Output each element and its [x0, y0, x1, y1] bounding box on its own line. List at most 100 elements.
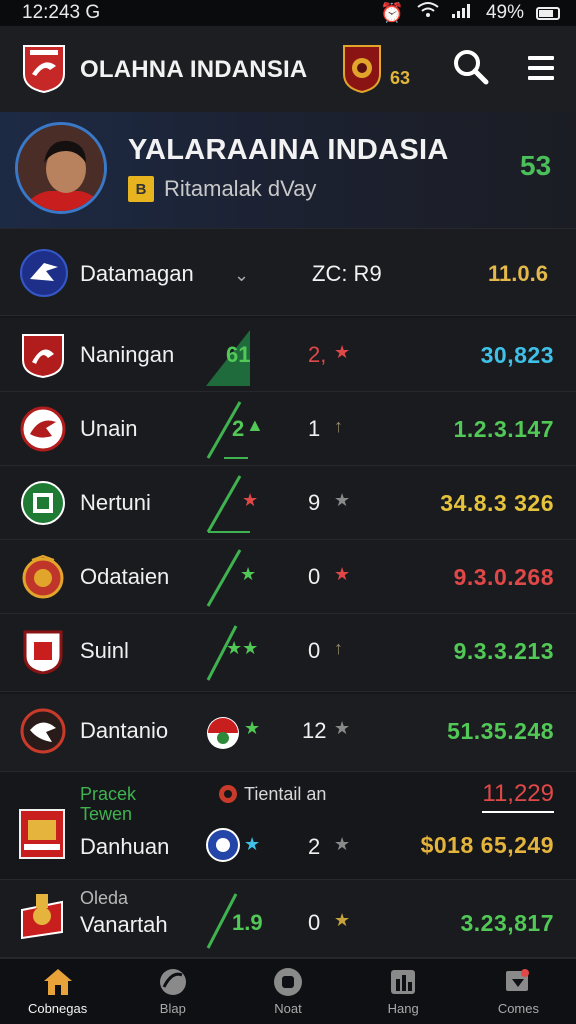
team-name: Vanartah — [80, 912, 168, 937]
team-name: Unain — [80, 416, 138, 441]
header-badge-number: 63 — [390, 68, 411, 88]
chevron-down-icon[interactable]: ⌄ — [234, 265, 249, 286]
star-icon: ★ — [244, 718, 261, 738]
club-logo-icon — [206, 716, 240, 755]
ball-icon — [157, 967, 189, 997]
star-icon: ★ — [244, 834, 261, 854]
team-crest-icon — [18, 892, 66, 947]
highlight-value: 11,229 — [482, 780, 554, 813]
stats-icon — [387, 967, 419, 997]
flag-icon — [502, 967, 534, 997]
stat-secondary: 9 — [308, 490, 321, 515]
team-filter-logo-icon — [20, 249, 68, 297]
club-logo-icon — [206, 828, 240, 867]
table-row[interactable]: Dantanio ★ 12 ★ 51.35.248 — [0, 694, 576, 772]
table-row[interactable]: Odataien ★ 0 ★ 9.3.0.268 — [0, 540, 576, 614]
table-row[interactable]: Pracek Tewen Tientail an 11,229 Danhuan … — [0, 772, 576, 880]
nav-comes[interactable]: Comes — [461, 959, 576, 1024]
menu-icon[interactable] — [526, 54, 556, 87]
signal-icon — [451, 2, 474, 24]
star-icon: ★ — [334, 910, 351, 930]
chat-icon — [272, 967, 304, 997]
team-name: Odataien — [80, 564, 170, 589]
stat-primary: 2 — [232, 416, 245, 441]
up-arrow-icon: ▲ — [246, 415, 264, 435]
league-badge-icon[interactable] — [342, 44, 382, 99]
team-name: Suinl — [80, 638, 129, 663]
row-value: 34.8.3 326 — [440, 490, 554, 516]
stat-secondary: 2, — [308, 342, 327, 367]
stat-primary: 1.9 — [232, 910, 263, 935]
row-note: Oleda — [80, 888, 129, 908]
row-value: 30,823 — [480, 342, 554, 368]
app-header: OLAHNA INDANSIA 63 — [0, 26, 576, 112]
row-value: 3.23,817 — [460, 910, 554, 936]
row-subtitle: Tientail an — [244, 784, 327, 804]
row-value: 1.2.3.147 — [453, 416, 554, 442]
team-crest-icon — [20, 332, 66, 379]
profile-subtitle: Ritamalak dVay — [164, 176, 317, 201]
battery-icon — [536, 6, 560, 20]
home-icon — [42, 967, 74, 997]
team-crest-icon — [20, 406, 66, 452]
record-icon — [218, 784, 238, 809]
table-row[interactable]: Nertuni ★ 9 ★ 34.8.3 326 — [0, 466, 576, 540]
bottom-nav: Cobnegas Blap Noat Hang Comes — [0, 958, 576, 1024]
filter-code: ZC: R9 — [312, 261, 382, 286]
stat-primary: 61 — [226, 342, 251, 367]
wifi-icon — [416, 1, 440, 25]
table-row[interactable]: Naningan 61 2, ★ 30,823 — [0, 318, 576, 392]
profile-score: 53 — [520, 150, 552, 181]
battery-level: 49% — [485, 2, 524, 23]
star-icon: ★ — [240, 564, 257, 584]
row-value: 9.3.0.268 — [453, 564, 554, 590]
star-icon: ★ — [334, 490, 351, 510]
arrow-up-icon: ↑ — [334, 638, 343, 658]
status-time: 12:243 G — [22, 2, 101, 23]
team-crest-icon — [20, 480, 66, 526]
nav-home[interactable]: Cobnegas — [0, 959, 115, 1024]
team-name: Nertuni — [80, 490, 151, 515]
nav-hang-label: Hang — [387, 1001, 419, 1016]
filter-label: Datamagan — [80, 261, 194, 286]
filter-value: 11.0.6 — [488, 261, 548, 286]
nav-noat[interactable]: Noat — [230, 959, 345, 1024]
alarm-icon: ⏰ — [380, 3, 404, 24]
nav-blap-label: Blap — [159, 1001, 186, 1016]
nav-comes-label: Comes — [497, 1001, 539, 1016]
club-crest-icon[interactable] — [22, 44, 66, 99]
team-crest-icon — [20, 554, 66, 600]
star-icon: ★ — [242, 490, 259, 510]
nav-hang[interactable]: Hang — [346, 959, 461, 1024]
star-icon: ★★ — [226, 638, 259, 658]
stat-secondary: 2 — [308, 834, 321, 859]
table-row[interactable]: Oleda Vanartah 1.9 0 ★ 3.23,817 — [0, 880, 576, 958]
stat-secondary: 0 — [308, 564, 321, 589]
arrow-up-icon: ↑ — [334, 416, 343, 436]
table-row[interactable]: Suinl ★★ 0 ↑ 9.3.3.213 — [0, 614, 576, 692]
profile-title: YALARAAINA INDASIA — [128, 134, 449, 166]
stat-secondary: 1 — [308, 416, 321, 441]
app-title: OLAHNA INDANSIA — [80, 56, 308, 83]
team-crest-icon — [20, 708, 66, 754]
app-root: 12:243 G ⏰ 49% OLAHNA INDANSIA 63 YALARA… — [0, 0, 576, 1024]
filter-bar[interactable]: Datamagan ⌄ ZC: R9 11.0.6 — [0, 228, 576, 316]
profile-tag-icon: B — [128, 176, 154, 202]
row-value: 51.35.248 — [447, 718, 554, 744]
avatar[interactable] — [15, 122, 107, 214]
row-value: 9.3.3.213 — [453, 638, 554, 664]
search-icon[interactable] — [452, 48, 490, 91]
team-name: Dantanio — [80, 718, 169, 743]
profile-subtitle-row: B Ritamalak dVay — [128, 176, 316, 202]
nav-blap[interactable]: Blap — [115, 959, 230, 1024]
row-note-1: Pracek — [80, 784, 137, 804]
team-name: Danhuan — [80, 834, 170, 859]
table-row[interactable]: Unain 2 ▲ 1 ↑ 1.2.3.147 — [0, 392, 576, 466]
nav-home-label: Cobnegas — [27, 1001, 88, 1016]
star-icon: ★ — [334, 834, 351, 854]
status-bar: 12:243 G ⏰ 49% — [0, 0, 576, 26]
row-value: $018 65,249 — [420, 832, 554, 858]
team-crest-icon — [20, 628, 66, 675]
team-crest-icon — [18, 808, 66, 865]
stat-secondary: 0 — [308, 910, 321, 935]
